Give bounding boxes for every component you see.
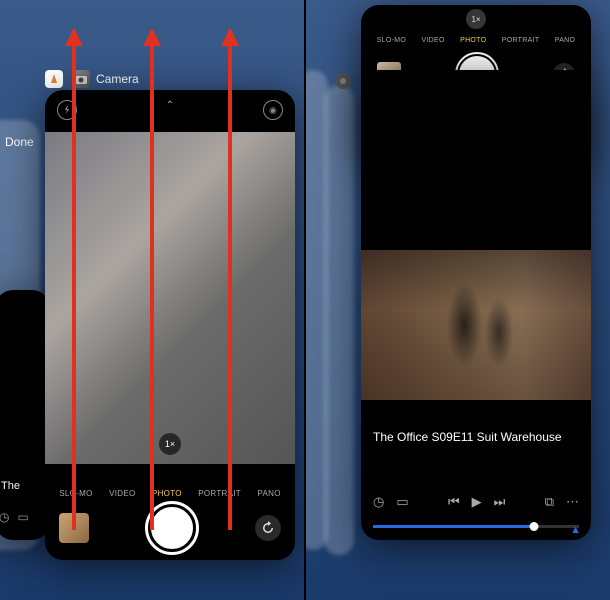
- mode-portrait[interactable]: PORTRAIT: [198, 489, 241, 498]
- mode-photo[interactable]: PHOTO: [152, 489, 182, 498]
- clock-icon[interactable]: ◷: [0, 510, 9, 524]
- more-icon[interactable]: ⋯: [566, 494, 579, 510]
- mode-pano[interactable]: PANO: [257, 489, 280, 498]
- mode-video[interactable]: VIDEO: [421, 37, 444, 44]
- flip-camera-icon[interactable]: [255, 515, 281, 541]
- clock-icon[interactable]: ◷: [373, 494, 384, 510]
- video-title-peek: The: [1, 480, 20, 492]
- progress-fill: [373, 525, 534, 528]
- video-player-card-peek[interactable]: The ◷ ▭: [0, 290, 50, 540]
- aspect-icon[interactable]: ▭: [396, 494, 408, 510]
- live-photo-icon[interactable]: ◉: [263, 100, 283, 120]
- swipe-up-arrow: [228, 30, 232, 530]
- shutter-button[interactable]: [148, 504, 196, 552]
- skip-back-icon[interactable]: ⏮: [448, 494, 460, 510]
- mode-portrait[interactable]: PORTRAIT: [502, 37, 540, 44]
- video-frame: [361, 250, 591, 400]
- settings-app-icon: [334, 72, 352, 95]
- zoom-badge[interactable]: 1×: [159, 433, 181, 455]
- airplay-icon[interactable]: ▲: [570, 524, 581, 536]
- swipe-up-arrow: [150, 30, 154, 530]
- swipe-up-arrow: [72, 30, 76, 530]
- camera-top-mini: 1×: [361, 5, 591, 33]
- camera-app-label: Camera: [72, 70, 139, 88]
- vlc-icon: [45, 70, 63, 88]
- pip-icon[interactable]: ⧉: [545, 494, 554, 510]
- camera-viewfinder: [45, 132, 295, 464]
- play-icon[interactable]: ▶: [472, 494, 482, 510]
- left-screenshot: Camera The ◷ ▭ Done ⌃ ◉ 1× SLO-MO VIDEO …: [0, 0, 306, 600]
- camera-mode-row: SLO-MO VIDEO PHOTO PORTRAIT PANO: [361, 33, 591, 48]
- mode-pano[interactable]: PANO: [555, 37, 576, 44]
- mode-photo[interactable]: PHOTO: [460, 37, 486, 44]
- aspect-icon[interactable]: ▭: [17, 510, 28, 524]
- video-title: The Office S09E11 Suit Warehouse: [373, 430, 579, 444]
- camera-top-bar: ⌃ ◉: [45, 90, 295, 130]
- chevron-up-icon[interactable]: ⌃: [166, 100, 174, 120]
- camera-bottom-bar: [45, 504, 295, 552]
- progress-knob[interactable]: [529, 522, 538, 531]
- video-content: [361, 250, 591, 400]
- camera-app-card[interactable]: ⌃ ◉ 1× SLO-MO VIDEO PHOTO PORTRAIT PANO: [45, 90, 295, 560]
- skip-forward-icon[interactable]: ⏭: [494, 494, 506, 510]
- video-player-card[interactable]: The Office S09E11 Suit Warehouse ◷ ▭ ⏮ ▶…: [361, 70, 591, 540]
- mode-video[interactable]: VIDEO: [109, 489, 135, 498]
- camera-mode-row: SLO-MO VIDEO PHOTO PORTRAIT PANO: [45, 489, 295, 498]
- camera-app-name: Camera: [96, 72, 139, 86]
- progress-bar[interactable]: ▲: [373, 525, 579, 528]
- vlc-app-badge: [45, 70, 63, 88]
- video-controls-bar: ◷ ▭ ⏮ ▶ ⏭ ⧉ ⋯: [361, 494, 591, 510]
- done-button[interactable]: Done: [5, 135, 34, 149]
- zoom-badge[interactable]: 1×: [466, 9, 486, 29]
- mode-slomo[interactable]: SLO-MO: [377, 37, 406, 44]
- background-card: [324, 85, 354, 555]
- right-screenshot: 1× SLO-MO VIDEO PHOTO PORTRAIT PANO The …: [306, 0, 610, 600]
- player-controls-peek: ◷ ▭: [0, 510, 29, 524]
